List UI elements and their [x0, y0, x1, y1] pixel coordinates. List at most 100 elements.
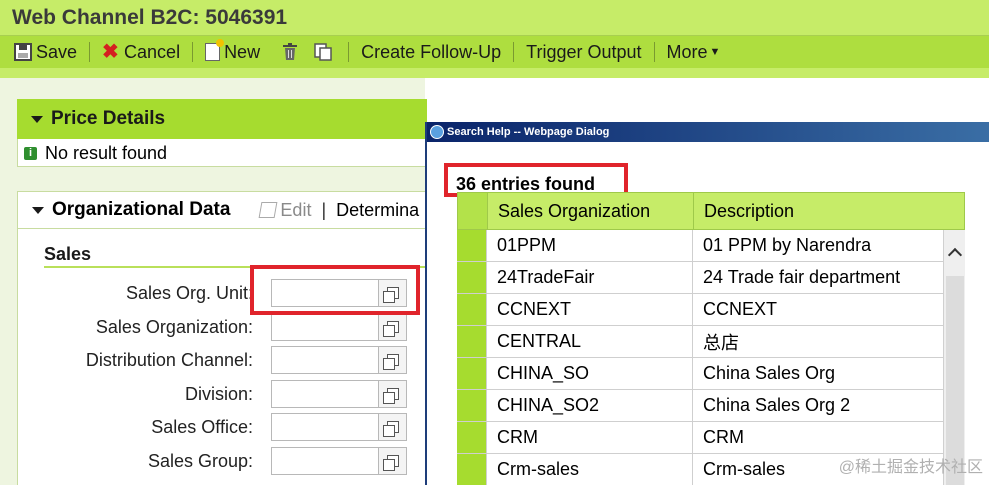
copy-icon: [314, 43, 332, 61]
table-row[interactable]: 24TradeFair 24 Trade fair department: [457, 262, 943, 294]
price-details-title: Price Details: [51, 108, 166, 129]
new-button[interactable]: New: [201, 39, 264, 65]
row-selector[interactable]: [457, 454, 487, 485]
sales-office-input[interactable]: [271, 413, 379, 441]
toolbar-separator: [89, 42, 91, 62]
cell-sales-organization: CENTRAL: [487, 326, 693, 357]
save-button[interactable]: Save: [10, 39, 81, 65]
toolbar-separator: [348, 42, 350, 62]
trigger-output-label: Trigger Output: [526, 41, 642, 62]
field-row-sales-organization: Sales Organization:: [18, 313, 428, 341]
sales-organization-label: Sales Organization:: [95, 317, 253, 337]
sales-organization-input[interactable]: [271, 313, 379, 341]
highlight-box-sales-org-unit: [250, 265, 420, 315]
trigger-output-button[interactable]: Trigger Output: [522, 39, 645, 65]
no-result-text: No result found: [45, 142, 168, 163]
header-strip: [0, 68, 989, 78]
division-input[interactable]: [271, 380, 379, 408]
window-titlebar: Web Channel B2C: 5046391: [0, 0, 989, 36]
table-row[interactable]: CHINA_SO China Sales Org: [457, 358, 943, 390]
cell-sales-organization: CHINA_SO: [487, 358, 693, 389]
cell-sales-organization: 01PPM: [487, 230, 693, 261]
column-header-sales-organization[interactable]: Sales Organization: [488, 193, 694, 229]
field-row-sales-office: Sales Office:: [18, 413, 428, 441]
distribution-channel-input[interactable]: [271, 346, 379, 374]
more-menu-button[interactable]: More ▼: [663, 39, 725, 65]
copy-button[interactable]: [310, 39, 340, 65]
toolbar-separator: [192, 42, 194, 62]
trash-icon: [283, 43, 298, 60]
division-label: Division:: [184, 384, 253, 404]
sales-org-unit-label: Sales Org. Unit:: [125, 283, 253, 303]
dialog-titlebar: Search Help -- Webpage Dialog: [427, 122, 989, 142]
cell-sales-organization: CRM: [487, 422, 693, 453]
row-selector[interactable]: [457, 390, 487, 421]
cell-sales-organization: Crm-sales: [487, 454, 693, 485]
chevron-down-icon: ▼: [709, 46, 721, 58]
cell-description: 24 Trade fair department: [703, 267, 901, 287]
toolbar-separator: [513, 42, 515, 62]
determine-button[interactable]: Determina: [336, 200, 419, 221]
toolbar: Save ✖ Cancel New Create Follow-Up Trigg…: [0, 36, 989, 68]
organizational-data-title: Organizational Data: [52, 199, 231, 220]
table-row[interactable]: 01PPM 01 PPM by Narendra: [457, 230, 943, 262]
new-document-icon: [205, 39, 225, 61]
row-selector[interactable]: [457, 294, 487, 325]
organizational-data-header: Organizational Data Edit | Determina: [17, 191, 427, 229]
column-header-description[interactable]: Description: [694, 193, 966, 229]
vertical-scrollbar[interactable]: [943, 230, 965, 485]
value-help-icon: [382, 354, 399, 370]
watermark: @稀土掘金技术社区: [838, 459, 983, 476]
save-icon: [14, 43, 32, 61]
pencil-icon: [259, 202, 278, 218]
table-row[interactable]: CCNEXT CCNEXT: [457, 294, 943, 326]
value-help-icon: [382, 421, 399, 437]
scroll-up-button[interactable]: [944, 230, 966, 274]
table-row[interactable]: CRM CRM: [457, 422, 943, 454]
info-icon: i: [24, 146, 37, 160]
table-header: Sales Organization Description: [457, 192, 965, 230]
field-row-distribution-channel: Distribution Channel:: [18, 346, 428, 374]
sales-office-label: Sales Office:: [151, 417, 253, 437]
table-row[interactable]: CHINA_SO2 China Sales Org 2: [457, 390, 943, 422]
cancel-button[interactable]: ✖ Cancel: [98, 39, 184, 65]
value-help-button[interactable]: [379, 413, 407, 441]
create-follow-up-button[interactable]: Create Follow-Up: [357, 39, 505, 65]
page-title: Web Channel B2C: 5046391: [12, 6, 288, 29]
cell-description: 01 PPM by Narendra: [703, 235, 872, 255]
row-selector[interactable]: [457, 262, 487, 293]
row-selector[interactable]: [457, 326, 487, 357]
browser-icon: [430, 125, 444, 139]
cell-sales-organization: 24TradeFair: [487, 262, 693, 293]
distribution-channel-label: Distribution Channel:: [85, 350, 253, 370]
collapse-triangle-icon[interactable]: [32, 206, 44, 214]
select-all-cell[interactable]: [458, 193, 488, 229]
cell-description: CCNEXT: [703, 299, 778, 319]
toolbar-separator: [653, 42, 655, 62]
delete-button[interactable]: [278, 39, 306, 65]
new-label: New: [224, 41, 261, 62]
table-row[interactable]: CENTRAL 总店: [457, 326, 943, 358]
row-selector[interactable]: [457, 422, 487, 453]
edit-button[interactable]: Edit: [259, 200, 311, 221]
more-label: More: [666, 41, 708, 62]
value-help-button[interactable]: [379, 380, 407, 408]
field-row-sales-group: Sales Group:: [18, 447, 428, 475]
sales-section-title: Sales: [44, 244, 92, 264]
sales-group-input[interactable]: [271, 447, 379, 475]
row-selector[interactable]: [457, 230, 487, 261]
value-help-button[interactable]: [379, 447, 407, 475]
value-help-icon: [382, 321, 399, 337]
cell-sales-organization: CHINA_SO2: [487, 390, 693, 421]
value-help-button[interactable]: [379, 346, 407, 374]
search-help-dialog: Search Help -- Webpage Dialog 36 entries…: [425, 122, 989, 485]
row-selector[interactable]: [457, 358, 487, 389]
price-details-header[interactable]: Price Details: [17, 99, 427, 139]
cancel-icon: ✖: [102, 41, 119, 63]
header-divider: |: [321, 199, 327, 220]
value-help-button[interactable]: [379, 313, 407, 341]
cell-description: China Sales Org: [703, 363, 836, 383]
sales-group-label: Sales Group:: [147, 451, 253, 471]
dialog-title: Search Help -- Webpage Dialog: [447, 126, 610, 138]
value-help-icon: [382, 388, 399, 404]
